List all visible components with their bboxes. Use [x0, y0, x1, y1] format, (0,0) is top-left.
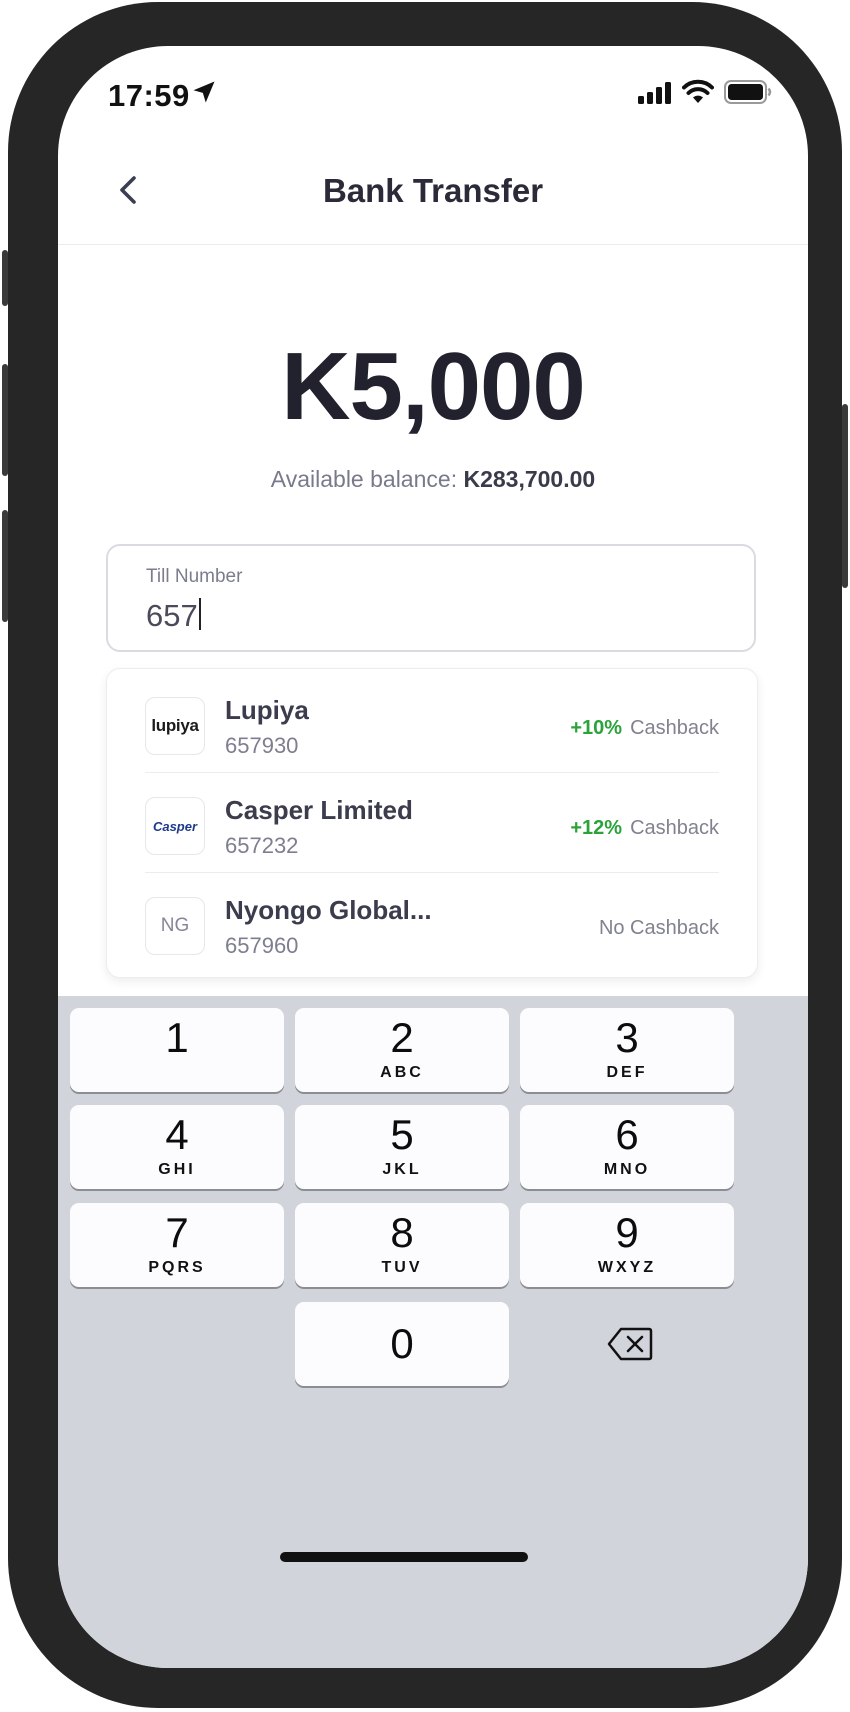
suggestion-row-lupiya[interactable]: lupiya Lupiya 657930 +10% Cashback: [107, 673, 757, 773]
key-2[interactable]: 2 ABC: [295, 1008, 509, 1092]
wifi-icon: [682, 79, 714, 103]
cashback-percent: +12%: [570, 817, 623, 839]
merchant-name: Lupiya: [225, 695, 309, 725]
home-indicator: [280, 1552, 528, 1562]
volume-down-button: [2, 510, 8, 622]
till-number-label: Till Number: [146, 566, 243, 587]
till-number-input[interactable]: 657: [146, 598, 201, 634]
merchant-till-number: 657960: [225, 933, 299, 958]
status-time: 17:59: [108, 78, 190, 113]
suggestion-row-nyongo[interactable]: NG Nyongo Global... 657960 No Cashback: [107, 873, 757, 973]
phone-frame: 17:59 Bank Transfer K5,000 Available bal…: [2, 2, 848, 1708]
volume-up-button: [2, 364, 8, 476]
merchant-till-number: 657930: [225, 733, 299, 758]
key-6[interactable]: 6 MNO: [520, 1105, 734, 1189]
balance-label: Available balance: [270, 466, 451, 492]
backspace-icon: [607, 1327, 653, 1361]
cashback-percent: +10%: [570, 717, 623, 739]
cashback-label: Cashback: [630, 717, 719, 739]
signal-icon: [638, 82, 671, 104]
screen: 17:59 Bank Transfer K5,000 Available bal…: [58, 46, 808, 1668]
lupiya-logo: lupiya: [145, 697, 205, 755]
key-9[interactable]: 9 WXYZ: [520, 1203, 734, 1287]
mute-switch: [2, 250, 8, 306]
key-4[interactable]: 4 GHI: [70, 1105, 284, 1189]
till-suggestions-list: lupiya Lupiya 657930 +10% Cashback Casper…: [106, 668, 758, 978]
header-divider: [58, 244, 808, 245]
backspace-key[interactable]: [520, 1302, 734, 1386]
till-number-value: 657: [146, 598, 198, 633]
transfer-amount: K5,000: [281, 333, 586, 440]
cashback-info: No Cashback: [599, 917, 719, 940]
merchant-name: Casper Limited: [225, 795, 413, 825]
location-arrow-icon: [193, 81, 215, 103]
initials-avatar: NG: [145, 897, 205, 955]
cashback-info: +10% Cashback: [570, 717, 719, 740]
battery-icon: [724, 80, 772, 104]
cashback-info: +12% Cashback: [570, 817, 719, 840]
casper-logo: Casper: [145, 797, 205, 855]
key-7[interactable]: 7 PQRS: [70, 1203, 284, 1287]
key-5[interactable]: 5 JKL: [295, 1105, 509, 1189]
till-number-field[interactable]: Till Number 657: [106, 544, 756, 652]
cashback-label: Cashback: [630, 817, 719, 839]
numeric-keyboard: 1 2 ABC 3 DEF 4 GHI 5 JKL 6 MNO 7 PQRS 8 TUV 9W…: [58, 996, 808, 1668]
text-caret: [198, 598, 201, 630]
key-3[interactable]: 3 DEF: [520, 1008, 734, 1092]
page-title: Bank Transfer: [322, 172, 544, 209]
merchant-name: Nyongo Global...: [225, 895, 432, 925]
cashback-label: No Cashback: [598, 917, 719, 939]
merchant-till-number: 657232: [225, 833, 299, 858]
key-8[interactable]: 8 TUV: [295, 1203, 509, 1287]
key-1[interactable]: 1: [70, 1008, 284, 1092]
power-button: [842, 404, 848, 588]
balance-value: K283,700.00: [463, 466, 596, 492]
available-balance: Available balance: K283,700.00: [270, 466, 596, 492]
suggestion-row-casper[interactable]: Casper Casper Limited 657232 +12% Cashbac…: [107, 773, 757, 873]
key-0[interactable]: 0: [295, 1302, 509, 1386]
